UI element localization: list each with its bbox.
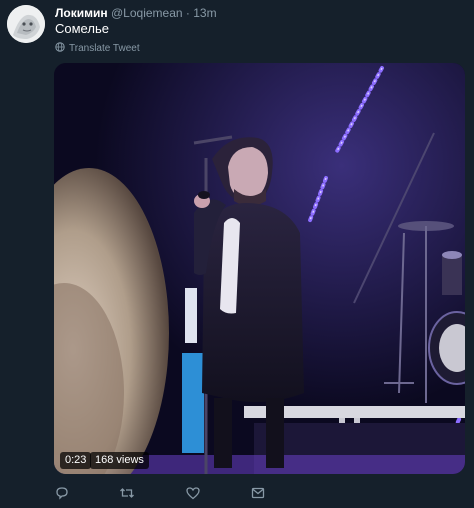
tweet-actions — [0, 486, 474, 504]
retweet-icon — [119, 485, 135, 506]
translate-tweet-label: Translate Tweet — [69, 43, 140, 54]
translate-tweet-link[interactable]: Translate Tweet — [55, 42, 140, 56]
author-handle[interactable]: @Loqiemean — [111, 6, 183, 20]
tweet-text: Сомелье — [55, 21, 109, 36]
heart-icon — [185, 485, 201, 506]
like-button[interactable] — [184, 486, 202, 504]
video-player[interactable] — [54, 63, 465, 474]
concert-video-frame — [54, 63, 465, 474]
tweet-timestamp[interactable]: 13m — [193, 6, 216, 20]
retweet-button[interactable] — [118, 486, 136, 504]
globe-icon — [55, 42, 65, 56]
video-duration-badge: 0:23 — [60, 452, 92, 469]
share-button[interactable] — [249, 486, 267, 504]
video-views-badge: 168 views — [90, 452, 149, 469]
author-name[interactable]: Локимин — [55, 6, 108, 20]
tweet-header: Локимин @Loqiemean · 13m — [55, 6, 217, 20]
reply-button[interactable] — [53, 486, 71, 504]
avatar[interactable] — [7, 5, 45, 43]
header-separator: · — [185, 6, 190, 20]
reply-icon — [54, 485, 70, 506]
avatar-image — [7, 5, 45, 43]
share-icon — [250, 485, 266, 506]
